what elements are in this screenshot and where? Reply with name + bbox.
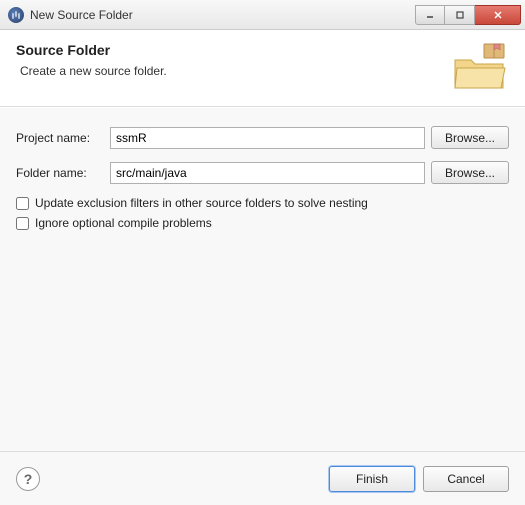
eclipse-icon [8,7,24,23]
folder-name-input[interactable] [110,162,425,184]
folder-banner-icon [449,42,509,92]
minimize-button[interactable] [415,5,445,25]
maximize-button[interactable] [445,5,475,25]
dialog-footer: ? Finish Cancel [0,451,525,505]
update-exclusion-label[interactable]: Update exclusion filters in other source… [35,196,368,210]
folder-name-row: Folder name: Browse... [16,161,509,184]
dialog-header: Source Folder Create a new source folder… [0,30,525,107]
update-exclusion-checkbox[interactable] [16,197,29,210]
ignore-optional-row: Ignore optional compile problems [16,216,509,230]
finish-button[interactable]: Finish [329,466,415,492]
folder-name-label: Folder name: [16,166,104,180]
ignore-optional-label[interactable]: Ignore optional compile problems [35,216,212,230]
window-controls [415,5,521,25]
dialog-header-text: Source Folder Create a new source folder… [16,42,167,78]
page-subtitle: Create a new source folder. [20,64,167,78]
window-titlebar: New Source Folder [0,0,525,30]
folder-browse-button[interactable]: Browse... [431,161,509,184]
help-button[interactable]: ? [16,467,40,491]
page-title: Source Folder [16,42,167,58]
ignore-optional-checkbox[interactable] [16,217,29,230]
project-name-label: Project name: [16,131,104,145]
project-browse-button[interactable]: Browse... [431,126,509,149]
window-title: New Source Folder [30,8,415,22]
update-exclusion-row: Update exclusion filters in other source… [16,196,509,210]
cancel-button[interactable]: Cancel [423,466,509,492]
dialog-content: Project name: Browse... Folder name: Bro… [0,107,525,451]
project-name-input[interactable] [110,127,425,149]
project-name-row: Project name: Browse... [16,126,509,149]
close-button[interactable] [475,5,521,25]
